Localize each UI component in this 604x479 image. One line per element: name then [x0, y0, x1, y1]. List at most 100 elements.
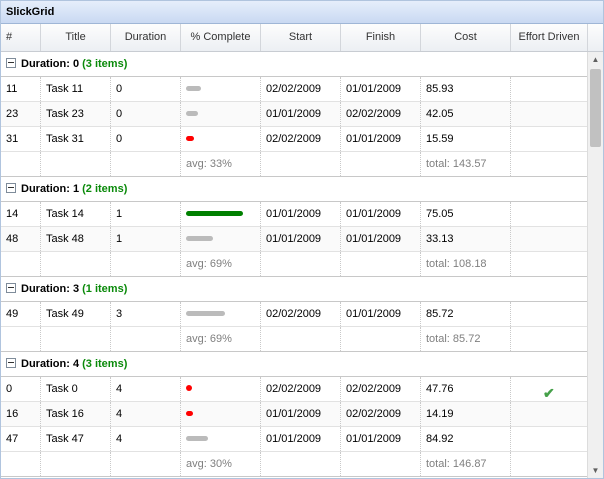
- table-row[interactable]: 47 Task 47 4 01/01/2009 01/01/2009 84.92: [1, 427, 588, 452]
- cell-finish[interactable]: 01/01/2009: [341, 202, 421, 226]
- cell-cost[interactable]: 15.59: [421, 127, 511, 151]
- cell-percent-complete[interactable]: [181, 77, 261, 101]
- cell-duration[interactable]: 1: [111, 227, 181, 251]
- scrollbar-thumb[interactable]: [590, 69, 601, 147]
- collapse-toggle-icon[interactable]: [6, 183, 16, 193]
- cell-finish[interactable]: 01/01/2009: [341, 227, 421, 251]
- cell-start[interactable]: 01/01/2009: [261, 202, 341, 226]
- cell-effort-driven[interactable]: [511, 77, 588, 101]
- cell-cost[interactable]: 42.05: [421, 102, 511, 126]
- cell-finish[interactable]: 01/01/2009: [341, 127, 421, 151]
- table-row[interactable]: 14 Task 14 1 01/01/2009 01/01/2009 75.05: [1, 202, 588, 227]
- cell-percent-complete[interactable]: [181, 302, 261, 326]
- cell-title[interactable]: Task 0: [41, 377, 111, 401]
- cell-title[interactable]: Task 48: [41, 227, 111, 251]
- cell-title[interactable]: Task 47: [41, 427, 111, 451]
- cell-effort-driven[interactable]: [511, 102, 588, 126]
- cell-start[interactable]: 02/02/2009: [261, 302, 341, 326]
- header-col-percent-complete[interactable]: % Complete: [181, 24, 261, 51]
- cell-percent-complete[interactable]: [181, 102, 261, 126]
- scroll-down-arrow-icon[interactable]: ▼: [588, 463, 603, 478]
- header-col-cost[interactable]: Cost: [421, 24, 511, 51]
- collapse-toggle-icon[interactable]: [6, 358, 16, 368]
- cell-id[interactable]: 16: [1, 402, 41, 426]
- group-header-row[interactable]: Duration: 1 (2 items): [1, 177, 588, 202]
- grid-viewport[interactable]: Duration: 0 (3 items) 11 Task 11 0 02/02/200…: [1, 52, 603, 478]
- cell-cost[interactable]: 84.92: [421, 427, 511, 451]
- table-row[interactable]: 49 Task 49 3 02/02/2009 01/01/2009 85.72: [1, 302, 588, 327]
- cell-finish[interactable]: 02/02/2009: [341, 402, 421, 426]
- cell-id[interactable]: 14: [1, 202, 41, 226]
- table-row[interactable]: 11 Task 11 0 02/02/2009 01/01/2009 85.93: [1, 77, 588, 102]
- cell-finish[interactable]: 02/02/2009: [341, 102, 421, 126]
- cell-duration[interactable]: 1: [111, 202, 181, 226]
- table-row[interactable]: 0 Task 0 4 02/02/2009 02/02/2009 47.76 ✔: [1, 377, 588, 402]
- group-header-row[interactable]: Duration: 0 (3 items): [1, 52, 588, 77]
- cell-cost[interactable]: 85.72: [421, 302, 511, 326]
- cell-duration[interactable]: 4: [111, 427, 181, 451]
- collapse-toggle-icon[interactable]: [6, 58, 16, 68]
- cell-finish[interactable]: 01/01/2009: [341, 302, 421, 326]
- cell-finish[interactable]: 02/02/2009: [341, 377, 421, 401]
- cell-id[interactable]: 11: [1, 77, 41, 101]
- cell-effort-driven[interactable]: [511, 127, 588, 151]
- cell-title[interactable]: Task 23: [41, 102, 111, 126]
- cell-cost[interactable]: 75.05: [421, 202, 511, 226]
- table-row[interactable]: 23 Task 23 0 01/01/2009 02/02/2009 42.05: [1, 102, 588, 127]
- cell-effort-driven[interactable]: [511, 427, 588, 451]
- collapse-toggle-icon[interactable]: [6, 283, 16, 293]
- cell-id[interactable]: 31: [1, 127, 41, 151]
- cell-cost[interactable]: 47.76: [421, 377, 511, 401]
- cell-duration[interactable]: 4: [111, 402, 181, 426]
- group-header-row[interactable]: Duration: 3 (1 items): [1, 277, 588, 302]
- header-col-finish[interactable]: Finish: [341, 24, 421, 51]
- cell-id[interactable]: 47: [1, 427, 41, 451]
- cell-effort-driven[interactable]: [511, 227, 588, 251]
- cell-start[interactable]: 02/02/2009: [261, 77, 341, 101]
- scroll-up-arrow-icon[interactable]: ▲: [588, 52, 603, 67]
- cell-duration[interactable]: 3: [111, 302, 181, 326]
- header-col-start[interactable]: Start: [261, 24, 341, 51]
- cell-id[interactable]: 0: [1, 377, 41, 401]
- cell-duration[interactable]: 4: [111, 377, 181, 401]
- cell-start[interactable]: 02/02/2009: [261, 377, 341, 401]
- cell-percent-complete[interactable]: [181, 427, 261, 451]
- cell-effort-driven[interactable]: [511, 402, 588, 426]
- cell-duration[interactable]: 0: [111, 77, 181, 101]
- table-row[interactable]: 31 Task 31 0 02/02/2009 01/01/2009 15.59: [1, 127, 588, 152]
- cell-duration[interactable]: 0: [111, 102, 181, 126]
- cell-effort-driven[interactable]: [511, 202, 588, 226]
- cell-percent-complete[interactable]: [181, 227, 261, 251]
- cell-id[interactable]: 49: [1, 302, 41, 326]
- cell-cost[interactable]: 33.13: [421, 227, 511, 251]
- cell-percent-complete[interactable]: [181, 202, 261, 226]
- cell-title[interactable]: Task 31: [41, 127, 111, 151]
- cell-percent-complete[interactable]: [181, 402, 261, 426]
- header-col-title[interactable]: Title: [41, 24, 111, 51]
- cell-start[interactable]: 01/01/2009: [261, 102, 341, 126]
- cell-title[interactable]: Task 11: [41, 77, 111, 101]
- cell-cost[interactable]: 85.93: [421, 77, 511, 101]
- cell-cost[interactable]: 14.19: [421, 402, 511, 426]
- cell-percent-complete[interactable]: [181, 377, 261, 401]
- cell-title[interactable]: Task 16: [41, 402, 111, 426]
- cell-start[interactable]: 02/02/2009: [261, 127, 341, 151]
- cell-effort-driven[interactable]: [511, 302, 588, 326]
- cell-start[interactable]: 01/01/2009: [261, 402, 341, 426]
- cell-title[interactable]: Task 14: [41, 202, 111, 226]
- cell-finish[interactable]: 01/01/2009: [341, 427, 421, 451]
- table-row[interactable]: 48 Task 48 1 01/01/2009 01/01/2009 33.13: [1, 227, 588, 252]
- cell-start[interactable]: 01/01/2009: [261, 227, 341, 251]
- group-header-row[interactable]: Duration: 4 (3 items): [1, 352, 588, 377]
- header-col-id[interactable]: #: [1, 24, 41, 51]
- cell-duration[interactable]: 0: [111, 127, 181, 151]
- vertical-scrollbar[interactable]: ▲ ▼: [587, 52, 603, 478]
- cell-percent-complete[interactable]: [181, 127, 261, 151]
- cell-start[interactable]: 01/01/2009: [261, 427, 341, 451]
- cell-title[interactable]: Task 49: [41, 302, 111, 326]
- header-col-effort-driven[interactable]: Effort Driven: [511, 24, 588, 51]
- cell-finish[interactable]: 01/01/2009: [341, 77, 421, 101]
- header-col-duration[interactable]: Duration: [111, 24, 181, 51]
- cell-id[interactable]: 48: [1, 227, 41, 251]
- cell-effort-driven[interactable]: ✔: [511, 377, 588, 401]
